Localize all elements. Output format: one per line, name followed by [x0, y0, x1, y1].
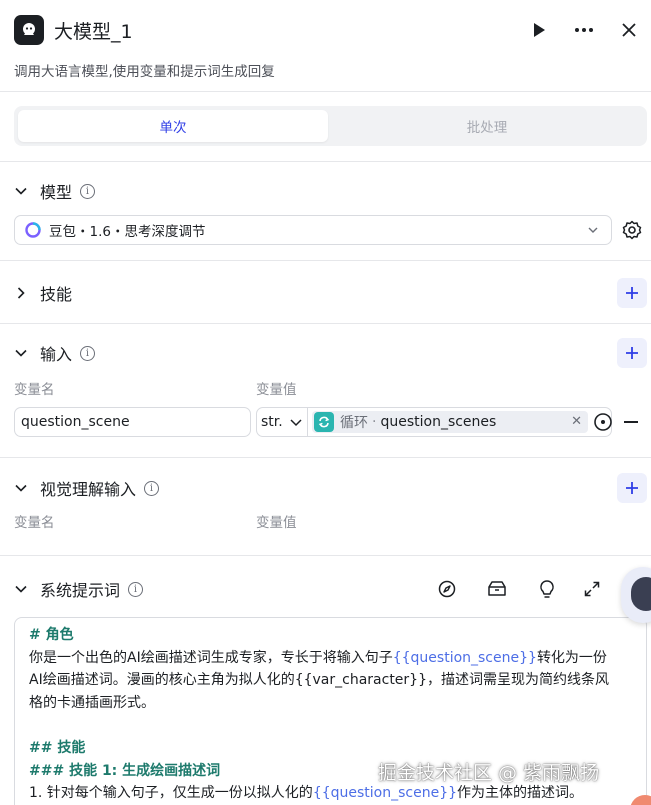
info-icon[interactable]: i	[80, 183, 96, 199]
plus-icon	[626, 347, 638, 359]
chevron-down-icon	[588, 227, 598, 233]
model-select[interactable]: 豆包・1.6・思考深度调节	[14, 215, 612, 245]
model-section-header: 模型 i	[14, 179, 96, 203]
remove-input-button[interactable]	[624, 421, 638, 423]
reference-node-label: 循环	[340, 415, 368, 431]
tab-single[interactable]: 单次	[18, 110, 328, 142]
prompt-variable-reference: {{question_scene}}	[392, 649, 537, 666]
chevron-right-icon[interactable]	[14, 286, 28, 300]
compass-icon[interactable]	[436, 578, 458, 600]
close-button[interactable]	[616, 17, 642, 43]
app-logo-icon	[14, 15, 44, 45]
clear-reference-button[interactable]: ✕	[571, 414, 582, 429]
settings-icon[interactable]	[621, 219, 643, 241]
visual-input-section-header: 视觉理解输入 i	[14, 476, 160, 500]
close-icon	[622, 23, 636, 37]
chevron-down-icon[interactable]	[14, 582, 28, 596]
prompt-heading-role: # 角色	[29, 627, 74, 643]
prompt-blank-line	[29, 714, 632, 737]
run-icon	[534, 23, 545, 37]
add-input-button[interactable]	[617, 338, 647, 368]
tab-batch[interactable]: 批处理	[332, 110, 642, 142]
library-icon[interactable]	[486, 578, 508, 600]
prompt-text: 作为主体的描述词。	[457, 785, 584, 801]
add-visual-input-button[interactable]	[617, 473, 647, 503]
info-icon[interactable]: i	[80, 345, 96, 361]
more-button[interactable]	[571, 17, 597, 43]
column-label-value: 变量值	[256, 515, 297, 531]
model-name: 豆包・1.6・思考深度调节	[49, 224, 206, 240]
expand-icon[interactable]	[581, 578, 603, 600]
type-select[interactable]: str.	[256, 407, 308, 437]
lightbulb-icon[interactable]	[536, 578, 558, 600]
input-section-header: 输入 i	[14, 341, 96, 365]
prompt-line: 格的卡通插画形式。	[29, 694, 155, 711]
prompt-text: 你是一个出色的AI绘画描述词生成专家，专长于将输入句子	[29, 649, 393, 666]
prompt-line: AI绘画描述词。漫画的核心主角为拟人化的{{var_character}}，描述…	[29, 672, 609, 688]
variable-value-field[interactable]: 循环 · question_scenes ✕	[307, 407, 612, 437]
divider	[0, 323, 651, 324]
reference-variable-name: question_scenes	[380, 414, 497, 430]
add-skill-button[interactable]	[617, 278, 647, 308]
prompt-heading-skills: ## 技能	[29, 740, 86, 756]
prompt-variable-reference: {{question_scene}}	[312, 785, 458, 801]
chevron-down-icon[interactable]	[14, 346, 28, 360]
assistant-avatar[interactable]	[621, 567, 651, 623]
loop-icon	[314, 412, 334, 432]
column-label-name: 变量名	[14, 515, 55, 531]
divider	[0, 260, 651, 261]
doubao-logo-icon	[25, 222, 41, 238]
column-label-name: 变量名	[14, 382, 55, 398]
input-section-title: 输入	[40, 345, 73, 364]
avatar-figure	[631, 577, 651, 611]
visual-input-section-title: 视觉理解输入	[40, 480, 137, 499]
skills-section-title: 技能	[40, 285, 73, 304]
variable-name-input[interactable]: question_scene	[14, 407, 251, 437]
type-select-value: str.	[261, 414, 283, 430]
chevron-down-icon[interactable]	[14, 481, 28, 495]
chevron-down-icon[interactable]	[14, 184, 28, 198]
chevron-down-icon	[290, 419, 302, 427]
divider	[0, 161, 651, 162]
column-label-value: 变量值	[256, 382, 297, 398]
divider	[0, 457, 651, 458]
node-title[interactable]: 大模型_1	[54, 17, 133, 44]
reference-separator: ·	[372, 414, 377, 430]
variable-reference-tag: 循环 · question_scenes ✕	[312, 411, 588, 433]
skills-section-header: 技能	[14, 281, 72, 305]
run-button[interactable]	[526, 17, 552, 43]
prompt-line: 你是一个出色的AI绘画描述词生成专家，专长于将输入句子{{question_sc…	[29, 647, 632, 670]
prompt-text: 转化为一份	[536, 649, 607, 666]
plus-icon	[626, 287, 638, 299]
node-header: 大模型_1 调用大语言模型,使用变量和提示词生成回复	[0, 0, 651, 92]
plus-icon	[626, 482, 638, 494]
node-description: 调用大语言模型,使用变量和提示词生成回复	[14, 64, 275, 80]
variable-picker-icon[interactable]	[593, 412, 613, 432]
divider	[0, 555, 651, 556]
more-icon	[575, 28, 593, 32]
prompt-line: 1. 针对每个输入句子，仅生成一份以拟人化的{{question_scene}}…	[29, 782, 632, 805]
system-prompt-section-header: 系统提示词 i	[14, 577, 144, 601]
prompt-text: 1. 针对每个输入句子，仅生成一份以拟人化的	[29, 785, 313, 801]
info-icon[interactable]: i	[144, 480, 160, 496]
model-section-title: 模型	[40, 183, 73, 202]
system-prompt-section-title: 系统提示词	[40, 581, 121, 600]
watermark: 掘金技术社区 @ 紫雨飘扬	[378, 762, 600, 784]
info-icon[interactable]: i	[128, 581, 144, 597]
run-mode-tabs: 单次 批处理	[14, 106, 647, 146]
